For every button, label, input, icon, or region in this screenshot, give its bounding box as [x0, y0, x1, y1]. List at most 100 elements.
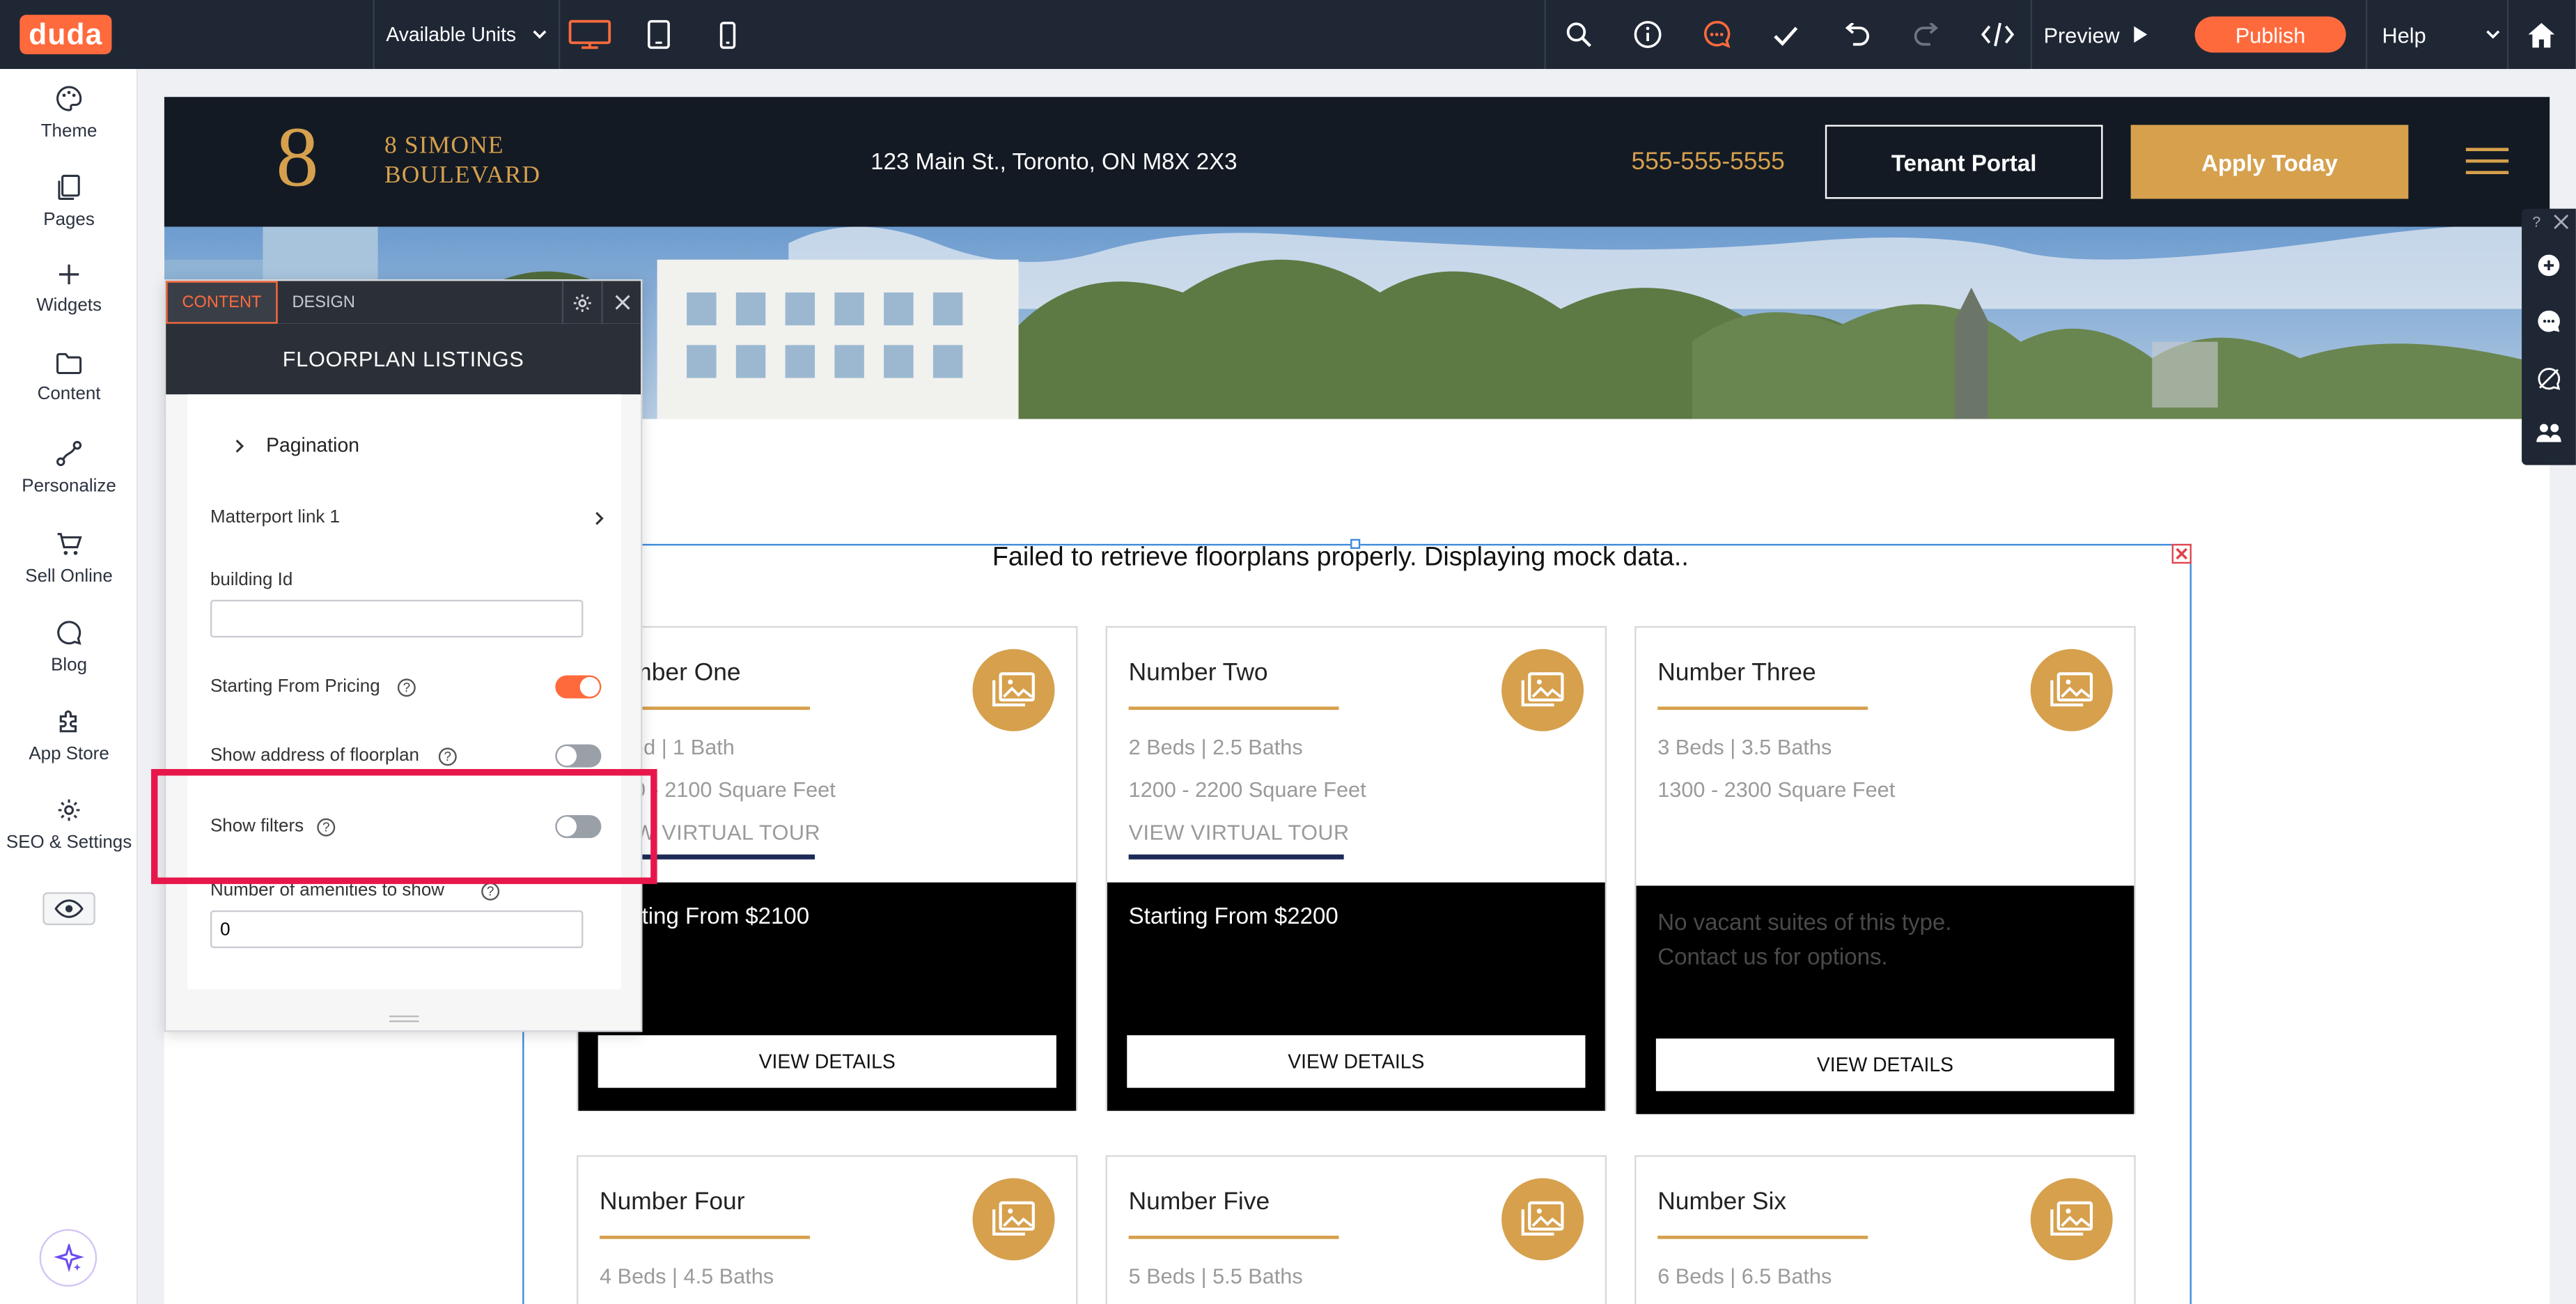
amenities-count-input[interactable]	[210, 910, 584, 949]
card-pricing-block: Starting From $2100 VIEW DETAILS	[578, 882, 1077, 1111]
apply-today-button[interactable]: Apply Today	[2130, 125, 2409, 199]
palette-icon	[56, 86, 82, 112]
help-icon[interactable]: ?	[438, 747, 457, 766]
site-header[interactable]: 8 8 SIMONE BOULEVARD 123 Main St., Toron…	[164, 97, 2550, 227]
card-beds: 2 Beds | 2.5 Baths	[1128, 734, 1303, 759]
view-details-label: VIEW DETAILS	[1816, 1053, 1953, 1077]
brand-logo[interactable]: 8 8 SIMONE BOULEVARD	[276, 116, 555, 201]
add-comment-icon[interactable]	[2536, 253, 2561, 277]
preview-button[interactable]: Preview	[2044, 0, 2162, 69]
redo-icon[interactable]	[1909, 0, 1945, 69]
sidebar-item-theme[interactable]: Theme	[0, 86, 138, 174]
cart-icon	[56, 531, 82, 557]
panel-title: FLOORPLAN LISTINGS	[282, 346, 524, 372]
sidebar-item-content[interactable]: Content	[0, 352, 138, 440]
desktop-view-icon[interactable]	[565, 0, 614, 69]
page-selector-label: Available Units	[386, 23, 517, 47]
tablet-view-icon[interactable]	[637, 0, 680, 69]
chevron-right-icon	[595, 510, 604, 525]
help-icon[interactable]: ?	[481, 882, 500, 901]
sidebar-item-sell-online[interactable]: Sell Online	[0, 531, 138, 619]
panel-settings-gear-icon[interactable]	[561, 281, 602, 324]
sidebar-item-label: SEO & Settings	[6, 833, 132, 853]
eye-preview-icon[interactable]	[42, 892, 95, 926]
tenant-portal-button[interactable]: Tenant Portal	[1825, 125, 2103, 199]
panel-tab-bar: CONTENT DESIGN	[166, 281, 641, 324]
help-small-icon[interactable]: ?	[2527, 214, 2546, 233]
close-small-icon[interactable]	[2553, 214, 2573, 233]
sidebar-item-widgets[interactable]: Widgets	[0, 263, 138, 351]
tab-content[interactable]: CONTENT	[166, 281, 278, 324]
hide-comments-icon[interactable]	[2536, 366, 2561, 391]
sidebar-item-blog[interactable]: Blog	[0, 619, 138, 708]
floorplan-card[interactable]: Number Six 6 Beds | 6.5 Baths	[1634, 1155, 2136, 1304]
comment-bubble-icon[interactable]	[2536, 309, 2561, 333]
help-menu[interactable]: Help	[2382, 0, 2501, 69]
publish-button[interactable]: Publish	[2194, 16, 2346, 53]
help-icon[interactable]: ?	[397, 678, 416, 697]
card-title-underline	[1657, 1235, 1868, 1239]
error-message: Failed to retrieve floorplans properly. …	[992, 543, 1689, 572]
card-title-underline	[1128, 1235, 1339, 1239]
building-id-input[interactable]	[210, 600, 584, 638]
virtual-tour-underline	[1128, 854, 1344, 860]
sidebar-item-seo-settings[interactable]: SEO & Settings	[0, 797, 138, 885]
matterport-link-row[interactable]: Matterport link 1	[210, 504, 604, 531]
checkmark-icon[interactable]	[1767, 0, 1804, 69]
image-placeholder-icon	[972, 649, 1055, 731]
pagination-section[interactable]: Pagination	[235, 432, 563, 458]
info-icon[interactable]	[1630, 0, 1666, 69]
brand-name-line2: BOULEVARD	[384, 162, 541, 189]
brand-logo-mark: 8	[276, 111, 319, 205]
image-placeholder-icon	[1501, 1178, 1584, 1261]
card-pricing-block: No vacant suites of this type. Contact u…	[1636, 885, 2134, 1115]
card-title: Number Five	[1128, 1188, 1270, 1216]
duda-logo-text: duda	[29, 17, 103, 50]
floorplan-card[interactable]: Number Two 2 Beds | 2.5 Baths 1200 - 220…	[1105, 626, 1607, 1111]
panel-resize-handle[interactable]	[389, 1015, 419, 1023]
sidebar-item-app-store[interactable]: App Store	[0, 708, 138, 797]
view-details-button[interactable]: VIEW DETAILS	[1655, 1038, 2115, 1092]
play-icon	[2133, 24, 2150, 44]
hamburger-menu-icon[interactable]	[2465, 146, 2511, 176]
card-sqft: 1300 - 2300 Square Feet	[1657, 777, 1896, 802]
matterport-label: Matterport link 1	[210, 507, 341, 528]
comments-icon[interactable]	[1699, 0, 1735, 69]
card-beds: 4 Beds | 4.5 Baths	[600, 1264, 774, 1289]
widget-delete-icon[interactable]	[2171, 543, 2192, 564]
sidebar-item-pages[interactable]: Pages	[0, 174, 138, 263]
sidebar-item-label: Theme	[40, 121, 97, 141]
home-icon[interactable]	[2520, 0, 2563, 69]
view-details-button[interactable]: VIEW DETAILS	[1127, 1035, 1586, 1088]
sidebar-item-personalize[interactable]: Personalize	[0, 440, 138, 529]
view-details-button[interactable]: VIEW DETAILS	[598, 1035, 1056, 1088]
floorplan-card[interactable]: Number Five 5 Beds | 5.5 Baths	[1105, 1155, 1607, 1304]
show-address-toggle[interactable]	[555, 744, 602, 768]
page-selector[interactable]: Available Units	[386, 0, 547, 69]
chat-bubble-icon	[56, 619, 82, 646]
panel-close-icon[interactable]	[601, 281, 641, 324]
ai-assistant-icon[interactable]	[39, 1229, 97, 1287]
duda-logo[interactable]: duda	[19, 15, 112, 54]
widget-settings-panel: CONTENT DESIGN FLOORPLAN LISTINGS Pagina…	[164, 279, 643, 1032]
tab-design-label: DESIGN	[292, 293, 355, 312]
mobile-view-icon[interactable]	[710, 0, 746, 69]
preview-label: Preview	[2043, 22, 2120, 47]
sidebar-item-label: Blog	[51, 655, 88, 676]
search-icon[interactable]	[1561, 0, 1597, 69]
virtual-tour-link[interactable]: VIEW VIRTUAL TOUR	[1129, 820, 1350, 844]
floorplan-card[interactable]: Number Three 3 Beds | 3.5 Baths 1300 - 2…	[1634, 626, 2136, 1115]
undo-icon[interactable]	[1839, 0, 1875, 69]
pagination-label: Pagination	[266, 433, 359, 457]
apply-today-label: Apply Today	[2201, 148, 2338, 176]
users-icon[interactable]	[2535, 422, 2563, 444]
header-phone[interactable]: 555-555-5555	[1631, 148, 1784, 176]
code-icon[interactable]	[1978, 0, 2017, 69]
floorplan-card[interactable]: Number Four 4 Beds | 4.5 Baths	[577, 1155, 1078, 1304]
starting-from-pricing-toggle[interactable]	[555, 675, 602, 699]
tab-design[interactable]: DESIGN	[278, 281, 370, 323]
pages-icon	[58, 174, 81, 201]
toggle-knob	[556, 745, 577, 766]
building-id-label: building Id	[210, 570, 293, 590]
sidebar-item-label: App Store	[29, 744, 109, 764]
